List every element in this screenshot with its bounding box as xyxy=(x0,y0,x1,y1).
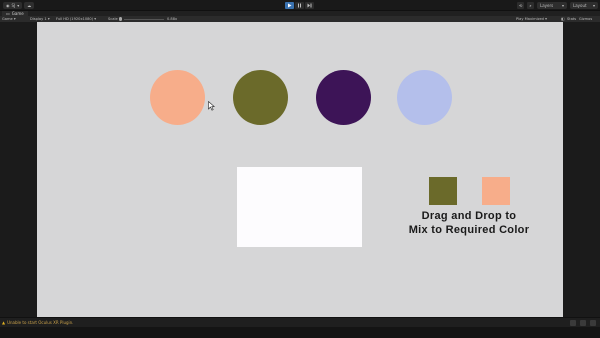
debug-icon[interactable] xyxy=(590,320,596,326)
layers-label: Layers xyxy=(540,2,554,8)
progress-icon[interactable] xyxy=(570,320,576,326)
pause-icon xyxy=(298,3,301,7)
account-icon: ◉ xyxy=(6,2,10,8)
resolution-label: Full HD (1920x1080) xyxy=(56,17,94,21)
lavender-color-circle[interactable] xyxy=(397,70,452,125)
account-dropdown[interactable]: ◉ SJ ▾ xyxy=(3,1,23,9)
instruction-line-2: Mix to Required Color xyxy=(408,224,530,236)
main-toolbar: ◉ SJ ▾ ☁ ⟲ ⌕ Layers ▾ Layout ▾ xyxy=(0,0,600,10)
history-icon: ⟲ xyxy=(518,2,523,8)
step-icon xyxy=(307,3,312,7)
olive-color-circle[interactable] xyxy=(233,70,288,125)
right-letterbox xyxy=(563,22,600,317)
layout-label: Layout xyxy=(573,2,587,8)
left-letterbox xyxy=(0,22,37,317)
peach-color-circle[interactable] xyxy=(150,70,205,125)
play-button[interactable] xyxy=(285,1,294,9)
search-button[interactable]: ⌕ xyxy=(527,1,534,9)
bottom-strip xyxy=(0,327,600,338)
cloud-icon: ☁ xyxy=(27,2,32,8)
display-label: Display 1 xyxy=(30,17,47,21)
console-warning[interactable]: ▲ Unable to start Oculus XR Plugin. xyxy=(2,320,73,325)
target-swatch-peach xyxy=(482,177,510,205)
pause-button[interactable] xyxy=(295,1,304,9)
game-view: Drag and Drop to Mix to Required Color xyxy=(37,22,563,317)
warning-icon: ▲ xyxy=(2,320,6,325)
chevron-down-icon: ▾ xyxy=(17,2,20,8)
search-icon: ⌕ xyxy=(529,2,532,8)
play-mode-label: Play Maximized xyxy=(516,17,544,21)
status-bar: ▲ Unable to start Oculus XR Plugin. xyxy=(0,317,600,327)
instruction-line-1: Drag and Drop to xyxy=(421,210,517,222)
playback-controls xyxy=(285,1,314,9)
target-swatch-olive xyxy=(429,177,457,205)
warning-text: Unable to start Oculus XR Plugin. xyxy=(7,320,74,325)
layout-dropdown[interactable]: Layout ▾ xyxy=(570,1,598,9)
purple-color-circle[interactable] xyxy=(316,70,371,125)
layers-dropdown[interactable]: Layers ▾ xyxy=(537,1,567,9)
instruction-text: Drag and Drop to Mix to Required Color xyxy=(389,209,549,237)
mix-drop-zone[interactable] xyxy=(237,167,362,247)
scale-slider-handle[interactable] xyxy=(119,17,123,21)
cloud-button[interactable]: ☁ xyxy=(24,1,35,9)
status-icons xyxy=(570,320,596,326)
chevron-down-icon: ▾ xyxy=(592,2,595,8)
scale-slider-track[interactable] xyxy=(124,18,164,20)
step-button[interactable] xyxy=(305,1,314,9)
account-label: SJ xyxy=(11,2,16,8)
play-icon xyxy=(288,3,292,7)
mode-label: Game xyxy=(2,17,13,21)
history-button[interactable]: ⟲ xyxy=(517,1,524,9)
cache-icon[interactable] xyxy=(580,320,586,326)
chevron-down-icon: ▾ xyxy=(561,2,564,8)
mouse-cursor-icon xyxy=(208,101,215,111)
